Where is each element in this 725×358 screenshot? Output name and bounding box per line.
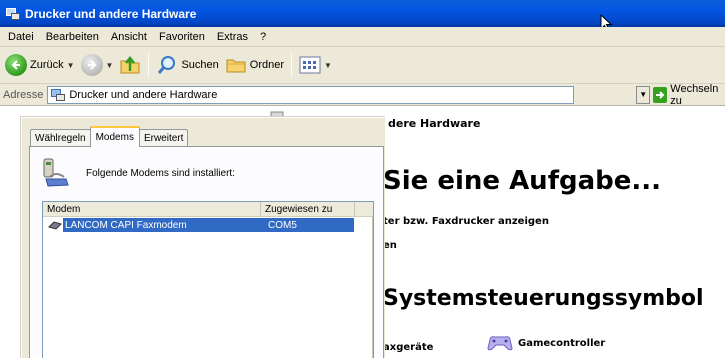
modem-port-cell: COM5 [262, 218, 354, 232]
menu-bearbeiten[interactable]: Bearbeiten [40, 31, 105, 43]
chevron-down-icon[interactable]: ▼ [67, 61, 75, 70]
control-panel-item-gamecontroller[interactable]: Gamecontroller [486, 334, 605, 352]
chevron-down-icon[interactable]: ▼ [324, 61, 332, 70]
views-button[interactable]: ▼ [296, 50, 335, 80]
go-label: Wechseln zu [670, 82, 719, 107]
modem-options-dialog: Wählregeln Modems Erweitert Folgende Mod… [20, 116, 385, 358]
modem-name-cell: LANCOM CAPI Faxmodem [63, 218, 262, 232]
column-divider [372, 217, 373, 358]
menu-favoriten[interactable]: Favoriten [153, 31, 211, 43]
forward-arrow-icon [80, 54, 103, 76]
printer-window-icon [6, 7, 20, 20]
search-button[interactable]: Suchen [153, 50, 221, 80]
modem-icon [48, 220, 62, 230]
task-heading: Sie eine Aufgabe... [383, 166, 662, 196]
back-button[interactable]: Zurück ▼ [2, 50, 78, 80]
table-row[interactable]: LANCOM CAPI Faxmodem COM5 [43, 218, 373, 232]
phone-modem-icon [43, 158, 69, 187]
address-bar: Adresse Drucker und andere Hardware ▼ We… [0, 83, 725, 107]
toolbar-separator [291, 53, 293, 77]
gamepad-icon [487, 336, 513, 351]
modem-info: Folgende Modems sind installiert: [40, 157, 235, 189]
menu-ansicht[interactable]: Ansicht [105, 31, 153, 43]
search-label: Suchen [181, 59, 219, 71]
menu-help[interactable]: ? [254, 31, 272, 43]
menu-datei[interactable]: Datei [2, 31, 40, 43]
search-icon [158, 56, 176, 74]
gamecontroller-label: Gamecontroller [518, 337, 606, 349]
title-bar[interactable]: Drucker und andere Hardware [0, 0, 725, 27]
column-header-assigned[interactable]: Zugewiesen zu [261, 202, 355, 216]
dialog-tabs: Wählregeln Modems Erweitert [30, 125, 189, 147]
tab-modems[interactable]: Modems [89, 126, 140, 147]
tab-erweitert[interactable]: Erweitert [138, 129, 189, 147]
section-title: dere Hardware [388, 117, 481, 130]
toolbar: Zurück ▼ ▼ Suchen Ordner ▼ [0, 47, 725, 84]
go-button[interactable]: Wechseln zu [653, 83, 725, 107]
task-link-show-printers[interactable]: ter bzw. Faxdrucker anzeigen [383, 216, 549, 227]
control-panel-heading: Systemsteuerungssymbol [383, 286, 704, 311]
folder-up-icon [120, 55, 140, 74]
task-link-second[interactable]: en [383, 240, 397, 251]
address-input[interactable]: Drucker und andere Hardware [47, 85, 575, 104]
column-header-modem[interactable]: Modem [43, 202, 261, 216]
back-arrow-icon [5, 54, 27, 76]
folders-label: Ordner [249, 59, 285, 71]
window-title: Drucker und andere Hardware [25, 6, 197, 21]
installed-modems-text: Folgende Modems sind installiert: [86, 167, 235, 179]
forward-button[interactable]: ▼ [78, 50, 117, 80]
address-dropdown-button[interactable]: ▼ [636, 85, 651, 104]
control-panel-item-fax[interactable]: axgeräte [383, 342, 433, 353]
printer-folder-icon [51, 88, 66, 101]
modem-list-header: Modem Zugewiesen zu [43, 202, 373, 217]
tab-panel-modems: Folgende Modems sind installiert: Modem … [29, 146, 384, 358]
go-arrow-icon [653, 86, 668, 103]
back-label: Zurück [30, 59, 64, 71]
modem-list[interactable]: Modem Zugewiesen zu LANCOM CAPI Faxmodem… [42, 201, 374, 358]
menu-bar: Datei Bearbeiten Ansicht Favoriten Extra… [0, 27, 725, 47]
address-label: Adresse [3, 88, 44, 101]
menu-extras[interactable]: Extras [211, 31, 254, 43]
chevron-down-icon[interactable]: ▼ [106, 61, 114, 70]
tab-waehlregeln[interactable]: Wählregeln [30, 129, 91, 147]
folders-button[interactable]: Ordner [222, 50, 287, 80]
toolbar-separator [148, 53, 150, 77]
view-grid-icon [299, 56, 321, 74]
folder-icon [226, 59, 246, 73]
address-value: Drucker und andere Hardware [69, 88, 218, 101]
up-folder-button[interactable] [116, 50, 144, 80]
